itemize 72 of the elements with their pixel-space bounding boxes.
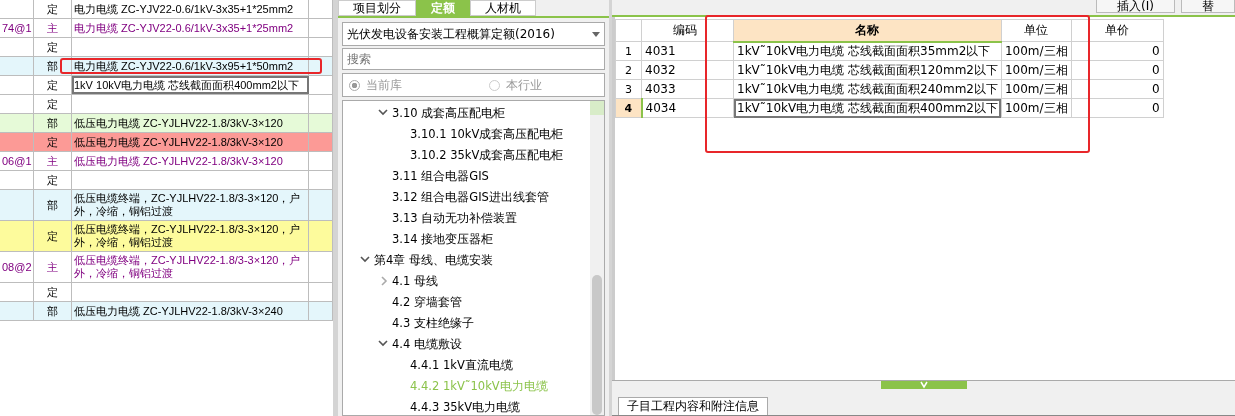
toolbar-button[interactable]: 插入(I): [1096, 0, 1175, 13]
table-cell: 定: [47, 285, 58, 299]
tree-item[interactable]: 4.4.3 35kV电力电缆: [410, 400, 521, 415]
tree-item[interactable]: 4.4.1 1kV直流电缆: [410, 358, 513, 373]
tree-item[interactable]: 4.2 穿墙套管: [392, 295, 462, 310]
table-cell: 定: [47, 78, 58, 92]
table-cell: 主: [47, 260, 58, 274]
tab[interactable]: 项目划分: [338, 0, 416, 16]
table-cell: 100m/三相: [1001, 98, 1072, 118]
table-cell: 100m/三相: [1001, 79, 1072, 99]
table-cell: 低压电力电缆 ZC-YJLHV22-1.8/3kV-3×240: [74, 304, 283, 318]
scrollbar-thumb[interactable]: [592, 275, 602, 415]
table-cell: 主: [47, 154, 58, 168]
table-cell: 主: [47, 21, 58, 35]
library-dropdown[interactable]: 光伏发电设备安装工程概算定额(2016): [342, 22, 605, 46]
column-header: 单价: [1071, 19, 1164, 42]
table-cell: 1kV˜10kV电力电缆 芯线截面面积240mm2以下: [733, 79, 1002, 99]
tree-item[interactable]: 4.3 支柱绝缘子: [392, 316, 474, 331]
table-cell: 部: [47, 304, 58, 318]
table-cell: 定: [47, 40, 58, 54]
table-cell: 0: [1071, 41, 1164, 61]
table-cell: 电力电缆 ZC-YJV22-0.6/1kV-3x35+1*25mm2: [74, 21, 294, 35]
table-cell: 1kV˜10kV电力电缆 芯线截面面积120mm2以下: [733, 60, 1002, 80]
tab[interactable]: 人材机: [470, 0, 536, 16]
table-cell: 部: [47, 59, 58, 73]
table-cell: 定: [47, 173, 58, 187]
table-cell: 0: [1071, 98, 1164, 118]
tree-item[interactable]: 3.10.2 35kV成套高压配电柜: [410, 148, 564, 163]
row-number[interactable]: 1: [615, 41, 642, 61]
tree-item[interactable]: 第4章 母线、电缆安装: [374, 253, 493, 268]
row-number[interactable]: 3: [615, 79, 642, 99]
table-cell: 定: [47, 229, 58, 243]
table-cell-text: 低压电缆终端，ZC-YJLHV22-1.8/3-3×120，户外，冷缩，铜铝过渡: [74, 223, 302, 249]
search-field[interactable]: 搜索: [342, 48, 605, 70]
table-cell: 0: [1071, 60, 1164, 80]
table-cell: 部: [47, 116, 58, 130]
table-cell: 电力电缆 ZC-YJV22-0.6/1kV-3x95+1*50mm2: [74, 59, 294, 73]
tree-item[interactable]: 4.4 电缆敷设: [392, 337, 462, 352]
splitter-handle[interactable]: [880, 381, 967, 389]
chevron-down-icon: [918, 381, 929, 389]
tab[interactable]: 子目工程内容和附注信息: [618, 397, 768, 415]
tree-item[interactable]: 3.14 接地变压器柜: [392, 232, 494, 247]
table-cell-text: 低压电缆终端，ZC-YJLHV22-1.8/3-3×120，户外，冷缩，铜铝过渡: [74, 192, 302, 218]
dropdown-arrow-icon[interactable]: [592, 31, 600, 37]
column-header: 单位: [1001, 19, 1072, 42]
table-cell: 06@1: [2, 154, 32, 168]
table-cell: 1kV˜10kV电力电缆 芯线截面面积400mm2以下: [733, 98, 1002, 118]
column-header: 名称: [733, 19, 1002, 42]
table-cell: 定: [47, 2, 58, 16]
table-cell: 100m/三相: [1001, 60, 1072, 80]
tree-item[interactable]: 3.10.1 10kV成套高压配电柜: [410, 127, 564, 142]
table-cell: 1kV˜10kV电力电缆 芯线截面面积35mm2以下: [733, 41, 1002, 61]
table-cell: 08@2: [2, 260, 32, 274]
row-number[interactable]: 2: [615, 60, 642, 80]
tree-item[interactable]: 3.12 组合电器GIS进出线套管: [392, 190, 549, 205]
tree-item[interactable]: 3.13 自动无功补偿装置: [392, 211, 518, 226]
tree-item[interactable]: 4.1 母线: [392, 274, 438, 289]
table-cell: 定: [47, 97, 58, 111]
table-cell: 电力电缆 ZC-YJV22-0.6/1kV-3x35+1*25mm2: [74, 2, 294, 16]
table-cell: 低压电力电缆 ZC-YJLHV22-1.8/3kV-3×120: [74, 116, 283, 130]
toolbar-button[interactable]: 替: [1181, 0, 1235, 13]
tree-item[interactable]: 3.11 组合电器GIS: [392, 169, 489, 184]
table-cell: 100m/三相: [1001, 41, 1072, 61]
table-cell: 0: [1071, 79, 1164, 99]
column-header: 编码: [641, 19, 706, 42]
table-cell-text: 低压电缆终端，ZC-YJLHV22-1.8/3-3×120，户外，冷缩，铜铝过渡: [74, 254, 302, 280]
table-cell: 低压电力电缆 ZC-YJLHV22-1.8/3kV-3×120: [74, 135, 283, 149]
tree-item[interactable]: 3.10 成套高压配电柜: [392, 106, 506, 121]
table-cell: 定: [47, 135, 58, 149]
table-cell: 74@1: [2, 21, 32, 35]
table-cell: 低压电力电缆 ZC-YJLHV22-1.8/3kV-3×120: [74, 154, 283, 168]
table-cell: 部: [47, 198, 58, 212]
